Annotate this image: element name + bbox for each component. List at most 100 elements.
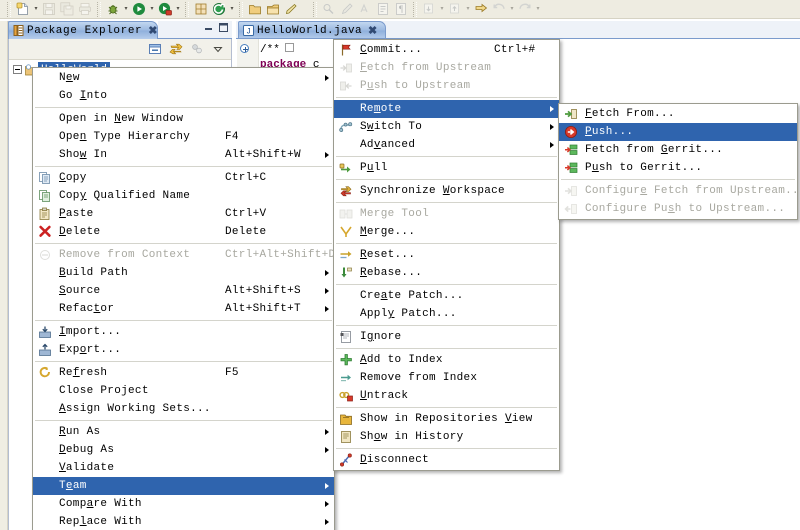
menu-item-create-patch[interactable]: Create Patch... — [334, 287, 559, 305]
toolbar-grip[interactable] — [7, 1, 11, 17]
toolbar-dropdown-arrow-icon[interactable] — [174, 1, 182, 18]
menu-item-label: Refresh — [59, 367, 108, 379]
menu-item-paste[interactable]: Paste Ctrl+V — [33, 205, 334, 223]
menu-item-fetch-from-gerrit[interactable]: Fetch from Gerrit... — [559, 141, 797, 159]
menu-item-go-into[interactable]: Go Into — [33, 87, 334, 105]
menu-item-label: Advanced — [360, 139, 416, 151]
menu-item-remote[interactable]: Remote — [334, 100, 559, 118]
configure-fetch-icon — [563, 183, 579, 199]
menu-item-merge[interactable]: Merge... — [334, 223, 559, 241]
menu-item-fetch-from[interactable]: Fetch From... — [559, 105, 797, 123]
menu-separator — [35, 361, 332, 362]
menu-item-refactor[interactable]: Refactor Alt+Shift+T — [33, 300, 334, 318]
menu-item-copy[interactable]: Copy Ctrl+C — [33, 169, 334, 187]
maximize-icon[interactable] — [218, 23, 229, 32]
menu-item-rebase[interactable]: Rebase... — [334, 264, 559, 282]
remote-submenu[interactable]: Fetch From... Push... Fetch from Gerrit...… — [558, 103, 800, 220]
tab-helloworld-java[interactable]: J HelloWorld.java ✖ — [238, 21, 387, 39]
search-icon[interactable] — [282, 1, 300, 18]
menu-item-remove-from-index[interactable]: Remove from Index — [334, 369, 559, 387]
menu-item-reset[interactable]: Reset... — [334, 246, 559, 264]
editor-tab-label: HelloWorld.java — [257, 24, 363, 37]
link-with-editor-icon[interactable] — [167, 40, 185, 58]
menu-item-push-to-gerrit[interactable]: Push to Gerrit... — [559, 159, 797, 177]
menu-item-close-project[interactable]: Close Project — [33, 382, 334, 400]
new-java-package-icon[interactable] — [192, 1, 210, 18]
menu-item-open-type-hierarchy[interactable]: Open Type Hierarchy F4 — [33, 128, 334, 146]
menu-item-open-in-new-window[interactable]: Open in New Window — [33, 110, 334, 128]
fast-view-bar[interactable] — [0, 21, 8, 530]
menu-item-switch-to[interactable]: Switch To — [334, 118, 559, 136]
minimize-icon[interactable] — [203, 23, 214, 32]
menu-item-compare-with[interactable]: Compare With — [33, 495, 334, 513]
debug-icon[interactable] — [104, 1, 122, 18]
menu-item-new[interactable]: New — [33, 69, 334, 87]
toolbar-grip[interactable] — [239, 1, 243, 17]
toolbar-dropdown-arrow-icon[interactable] — [122, 1, 130, 18]
menu-item-synchronize-workspace[interactable]: Synchronize Workspace — [334, 182, 559, 200]
last-edit-location-icon[interactable] — [472, 1, 490, 18]
menu-item-show-in[interactable]: Show In Alt+Shift+W — [33, 146, 334, 164]
project-context-menu[interactable]: New Go Into Open in New Window Open Type Hi… — [32, 67, 356, 530]
toolbar-dropdown-arrow-icon[interactable] — [228, 1, 236, 18]
view-menu-icon[interactable] — [188, 40, 206, 58]
tab-package-explorer[interactable]: Package Explorer ✖ — [8, 21, 158, 39]
toolbar-dropdown-arrow-icon[interactable] — [438, 1, 446, 18]
menu-item-label: Remove from Index — [360, 372, 478, 384]
menu-item-replace-with[interactable]: Replace With — [33, 513, 334, 530]
team-submenu[interactable]: Commit... Ctrl+# Fetch from Upstream Push t… — [333, 39, 560, 471]
new-file-icon[interactable] — [14, 1, 32, 18]
close-icon[interactable]: ✖ — [148, 24, 157, 38]
menu-item-advanced[interactable]: Advanced — [334, 136, 559, 154]
menu-item-label: Create Patch... — [360, 290, 464, 302]
menu-item-label: Show In — [59, 149, 108, 161]
tree-expander-icon[interactable] — [13, 65, 22, 74]
toolbar-dropdown-arrow-icon[interactable] — [32, 1, 40, 18]
copy-qualified-icon — [37, 188, 53, 204]
fold-expand-icon[interactable] — [240, 44, 249, 53]
toolbar-grip[interactable] — [97, 1, 101, 17]
run-external-tools-icon[interactable] — [156, 1, 174, 18]
menu-item-import[interactable]: Import... — [33, 323, 334, 341]
link-icon — [320, 1, 338, 18]
menu-item-add-to-index[interactable]: Add to Index — [334, 351, 559, 369]
toolbar-dropdown-arrow-icon[interactable] — [148, 1, 156, 18]
menu-item-export[interactable]: Export... — [33, 341, 334, 359]
menu-item-source[interactable]: Source Alt+Shift+S — [33, 282, 334, 300]
open-type-icon[interactable] — [246, 1, 264, 18]
toolbar-dropdown-arrow-icon[interactable] — [534, 1, 542, 18]
menu-item-label: Close Project — [59, 385, 149, 397]
menu-item-team[interactable]: Team — [33, 477, 334, 495]
open-task-icon[interactable] — [264, 1, 282, 18]
menu-item-debug-as[interactable]: Debug As — [33, 441, 334, 459]
collapse-all-icon[interactable] — [146, 40, 164, 58]
menu-item-run-as[interactable]: Run As — [33, 423, 334, 441]
menu-item-show-in-history[interactable]: Show in History — [334, 428, 559, 446]
menu-item-push[interactable]: Push... — [559, 123, 797, 141]
toolbar-grip[interactable] — [185, 1, 189, 17]
new-java-class-icon[interactable] — [210, 1, 228, 18]
menu-item-configure-push-to-upstream: Configure Push to Upstream... — [559, 200, 797, 218]
menu-item-untrack[interactable]: Untrack — [334, 387, 559, 405]
menu-item-refresh[interactable]: Refresh F5 — [33, 364, 334, 382]
menu-item-copy-qualified-name[interactable]: Copy Qualified Name — [33, 187, 334, 205]
chevron-down-icon[interactable] — [209, 40, 227, 58]
menu-item-validate[interactable]: Validate — [33, 459, 334, 477]
toolbar-dropdown-arrow-icon[interactable] — [508, 1, 516, 18]
menu-item-show-in-repositories-view[interactable]: Show in Repositories View — [334, 410, 559, 428]
menu-item-assign-working-sets[interactable]: Assign Working Sets... — [33, 400, 334, 418]
menu-item-pull[interactable]: Pull — [334, 159, 559, 177]
menu-item-delete[interactable]: Delete Delete — [33, 223, 334, 241]
toolbar-dropdown-arrow-icon[interactable] — [464, 1, 472, 18]
menu-item-build-path[interactable]: Build Path — [33, 264, 334, 282]
spell-icon — [356, 1, 374, 18]
menu-item-commit[interactable]: Commit... Ctrl+# — [334, 41, 559, 59]
run-icon[interactable] — [130, 1, 148, 18]
close-icon[interactable]: ✖ — [368, 24, 377, 38]
pilcrow-icon: ¶ — [392, 1, 410, 18]
menu-item-apply-patch[interactable]: Apply Patch... — [334, 305, 559, 323]
toolbar-grip[interactable] — [313, 1, 317, 17]
menu-item-ignore[interactable]: Ignore — [334, 328, 559, 346]
menu-item-disconnect[interactable]: Disconnect — [334, 451, 559, 469]
toolbar-grip[interactable] — [413, 1, 417, 17]
